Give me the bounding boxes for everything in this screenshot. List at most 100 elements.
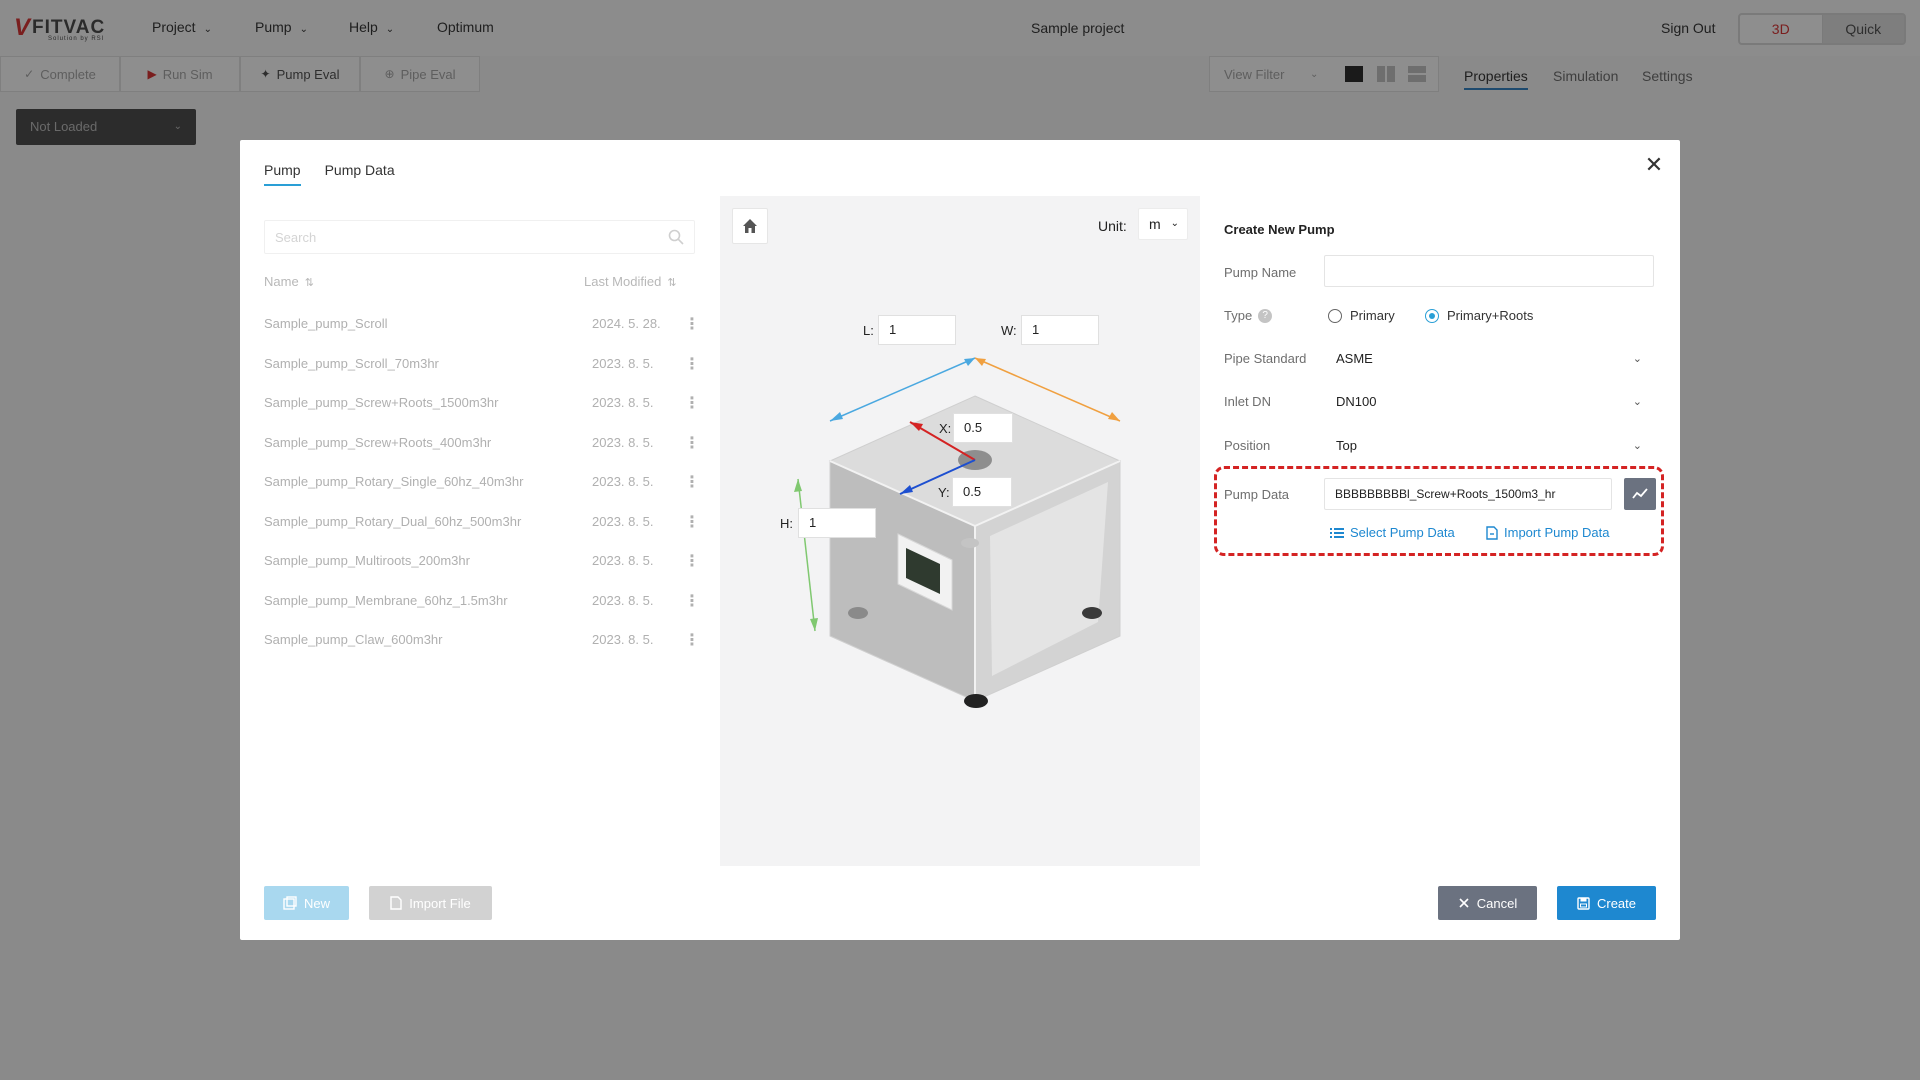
pump-3d-model [794,357,1122,708]
list-header: Name ⇅ Last Modified ⇅ [264,274,695,289]
tab-settings[interactable]: Settings [1642,68,1693,84]
height-input[interactable]: 1 [798,508,876,538]
mode-quick-button[interactable]: Quick [1822,15,1904,43]
list-item[interactable]: Sample_pump_Screw+Roots_400m3hr 2023. 8. … [264,435,700,457]
name-column-header[interactable]: Name ⇅ [264,274,314,289]
pump-name-input[interactable] [1324,255,1654,287]
play-icon: ▶ [147,67,157,81]
list-item[interactable]: Sample_pump_Rotary_Single_60hz_40m3hr 202… [264,474,700,496]
radio-selected-icon [1425,308,1439,323]
run-sim-button[interactable]: ▶ Run Sim [120,56,240,92]
pump-eval-button[interactable]: ✦ Pump Eval [240,56,360,92]
modal-tabs: Pump Pump Data [264,162,419,186]
x-offset-input[interactable]: 0.5 [953,413,1013,443]
type-primary-radio[interactable]: Primary [1328,308,1395,323]
new-button[interactable]: New [264,886,349,920]
mode-toggle[interactable]: 3D Quick [1738,13,1906,45]
select-pump-data-link[interactable]: Select Pump Data [1330,525,1455,540]
menu-project-label: Project [152,19,196,35]
unit-select[interactable]: m ⌄ [1138,208,1188,240]
not-loaded-select[interactable]: Not Loaded ⌄ [16,109,196,145]
complete-button[interactable]: ✓ Complete [0,56,120,92]
help-icon[interactable]: ? [1258,308,1273,323]
layout-columns-icon[interactable] [1377,66,1395,82]
pump-3d-viewport[interactable]: Unit: m ⌄ L: 1 W: 1 X: 0.5 Y: 0.5 H: 1 [720,196,1200,866]
list-item-name: Sample_pump_Claw_600m3hr [264,632,443,647]
complete-label: Complete [40,66,96,82]
home-view-button[interactable] [732,208,768,244]
menu-pump[interactable]: Pump ⌄ [255,19,308,35]
list-item[interactable]: Sample_pump_Claw_600m3hr 2023. 8. 5. ⋮ [264,632,700,654]
more-vertical-icon[interactable]: ⋮ [684,630,700,650]
list-item[interactable]: Sample_pump_Scroll_70m3hr 2023. 8. 5. ⋮ [264,356,700,378]
more-vertical-icon[interactable]: ⋮ [684,433,700,453]
fitvac-logo[interactable]: V FITVAC Solution by RSI [14,14,105,42]
pipe-eval-icon: ⊕ [384,67,395,81]
chevron-down-icon: ⌄ [385,24,395,35]
list-item-date: 2023. 8. 5. [592,593,654,608]
last-modified-column-header[interactable]: Last Modified ⇅ [584,274,677,289]
chevron-down-icon: ⌄ [1170,218,1179,229]
more-vertical-icon[interactable]: ⋮ [684,472,700,492]
mode-3d-button[interactable]: 3D [1740,15,1823,43]
close-icon[interactable]: ✕ [1642,154,1666,178]
pump-data-chart-button[interactable] [1624,478,1656,510]
create-pump-modal: ✕ Pump Pump Data Name ⇅ Last Modified ⇅ Sa… [240,140,1680,940]
list-item[interactable]: Sample_pump_Rotary_Dual_60hz_500m3hr 2023… [264,514,700,536]
pipe-standard-label: Pipe Standard [1224,351,1307,366]
inlet-dn-select[interactable]: DN100 ⌄ [1324,386,1654,418]
view-filter-select[interactable]: View Filter ⌄ [1209,56,1439,92]
home-icon [743,219,757,233]
sort-icon: ⇅ [667,277,677,289]
list-item-date: 2023. 8. 5. [592,632,654,647]
position-value: Top [1336,438,1357,453]
more-vertical-icon[interactable]: ⋮ [684,512,700,532]
import-file-button[interactable]: Import File [369,886,492,920]
menu-help[interactable]: Help ⌄ [349,19,394,35]
tab-pump-data[interactable]: Pump Data [325,162,395,186]
chevron-down-icon: ⌄ [1310,68,1319,80]
create-button[interactable]: Create [1557,886,1656,920]
unit-value: m [1149,216,1161,232]
type-primary-label: Primary [1350,308,1395,323]
search-input[interactable] [265,221,645,253]
position-select[interactable]: Top ⌄ [1324,430,1654,462]
list-item[interactable]: Sample_pump_Scroll 2024. 5. 28. ⋮ [264,316,700,338]
search-icon[interactable] [668,229,684,245]
sign-out-link[interactable]: Sign Out [1661,20,1715,36]
pump-data-label: Pump Data [1224,487,1290,502]
list-item[interactable]: Sample_pump_Membrane_60hz_1.5m3hr 2023. 8… [264,593,700,615]
tab-properties[interactable]: Properties [1464,68,1528,90]
run-sim-label: Run Sim [162,66,213,82]
more-vertical-icon[interactable]: ⋮ [684,314,700,334]
chevron-down-icon: ⌄ [1632,353,1642,365]
type-primary-roots-label: Primary+Roots [1447,308,1534,323]
layout-rows-icon[interactable] [1408,66,1426,82]
top-bar: V FITVAC Solution by RSI Project ⌄ Pump ⌄ … [0,0,1920,56]
menu-optimum[interactable]: Optimum [437,19,494,35]
list-item[interactable]: Sample_pump_Screw+Roots_1500m3hr 2023. 8.… [264,395,700,417]
pipe-eval-button[interactable]: ⊕ Pipe Eval [360,56,480,92]
import-pump-data-link[interactable]: Import Pump Data [1486,525,1610,540]
list-item[interactable]: Sample_pump_Multiroots_200m3hr 2023. 8. 5… [264,553,700,575]
pump-name-label: Pump Name [1224,265,1297,280]
more-vertical-icon[interactable]: ⋮ [684,551,700,571]
list-item-date: 2024. 5. 28. [592,316,661,331]
pipe-standard-select[interactable]: ASME ⌄ [1324,343,1654,375]
pump-eval-icon: ✦ [260,67,271,81]
length-input[interactable]: 1 [878,315,956,345]
more-vertical-icon[interactable]: ⋮ [684,591,700,611]
search-box [264,220,695,254]
more-vertical-icon[interactable]: ⋮ [684,393,700,413]
tab-simulation[interactable]: Simulation [1553,68,1618,84]
menu-project[interactable]: Project ⌄ [152,19,212,35]
type-primary-roots-radio[interactable]: Primary+Roots [1425,308,1533,323]
width-input[interactable]: 1 [1021,315,1099,345]
tab-pump[interactable]: Pump [264,162,301,186]
pump-data-input[interactable]: BBBBBBBBBl_Screw+Roots_1500m3_hr [1324,478,1612,510]
cancel-button[interactable]: Cancel [1438,886,1537,920]
chevron-down-icon: ⌄ [173,121,182,132]
layout-single-icon[interactable] [1345,66,1363,82]
more-vertical-icon[interactable]: ⋮ [684,354,700,374]
y-offset-input[interactable]: 0.5 [952,477,1012,507]
